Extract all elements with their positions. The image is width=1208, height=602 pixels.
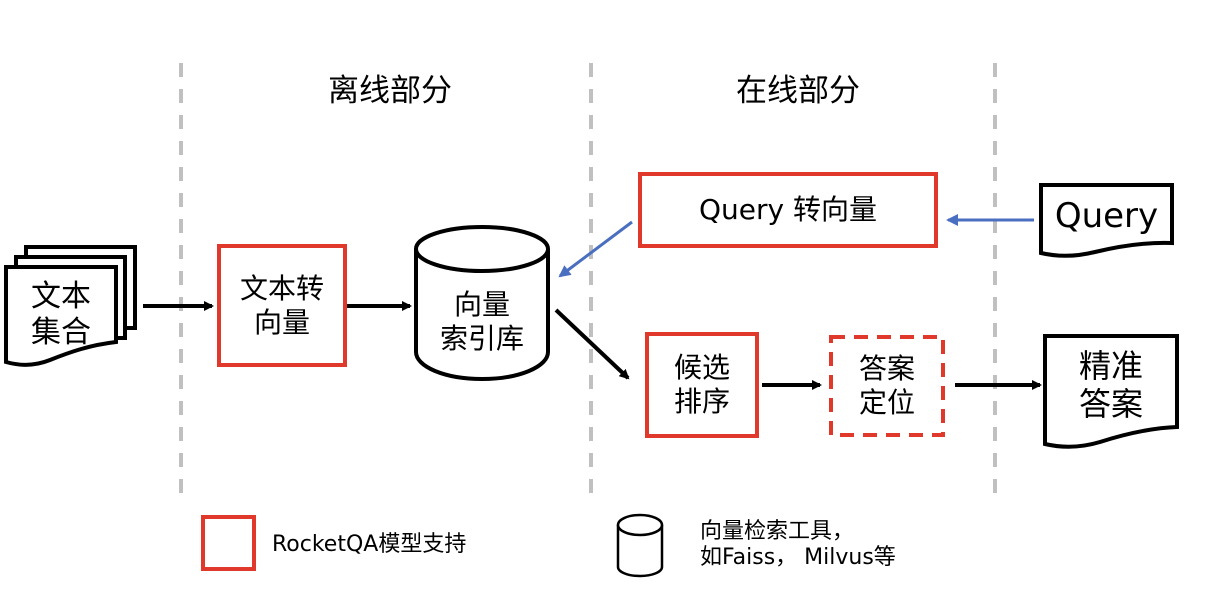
- section-title-offline: 离线部分: [328, 73, 452, 110]
- arrow-index-to-ranking: [554, 308, 630, 380]
- arrow-query-vector-to-index: [558, 220, 633, 278]
- legend-rocketqa-label: RocketQA模型支持: [272, 531, 467, 557]
- legend-rocketqa-swatch: [201, 515, 256, 571]
- answer-locating-label: 答案 定位: [858, 352, 915, 419]
- query-label: Query: [1054, 195, 1159, 236]
- precise-answer-label: 精准 答案: [1078, 346, 1143, 423]
- section-title-online: 在线部分: [736, 73, 860, 110]
- text-collection-label: 文本 集合: [31, 279, 91, 350]
- candidate-ranking-label: 候选 排序: [673, 351, 730, 418]
- legend-vector-tool-label: 向量检索工具， 如Faiss， Milvus等: [700, 518, 896, 570]
- vector-index-label: 向量 索引库: [439, 288, 524, 355]
- query-to-vector-label: Query 转向量: [699, 193, 877, 227]
- diagram-canvas: [4, 63, 1179, 578]
- text-to-vector-label: 文本转 向量: [239, 271, 324, 339]
- legend-vector-tool-cylinder: [616, 513, 664, 578]
